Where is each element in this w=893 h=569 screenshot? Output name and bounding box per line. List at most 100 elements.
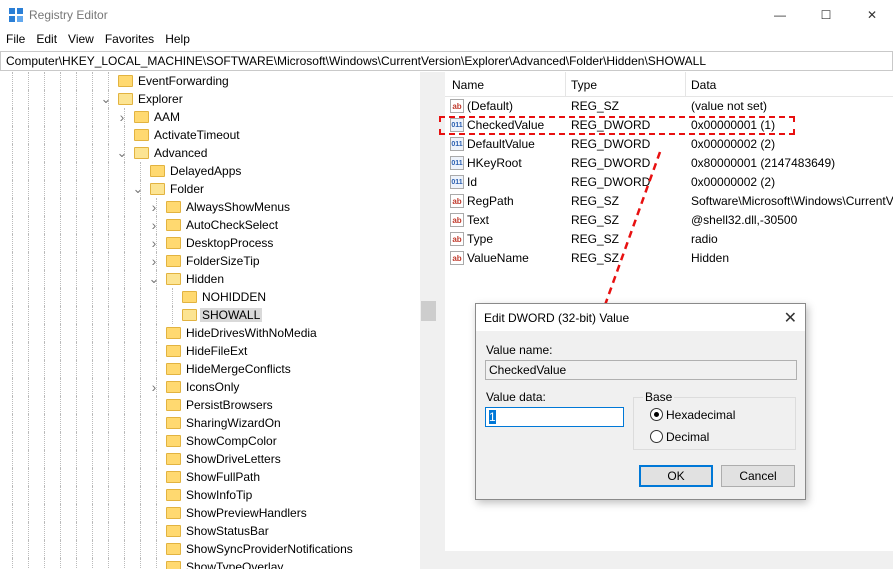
- decimal-label[interactable]: Decimal: [666, 430, 709, 444]
- tree-guide-line: [60, 162, 61, 180]
- tree-guide-line: [60, 432, 61, 450]
- minimize-button[interactable]: —: [757, 0, 803, 30]
- tree-scrollbar-thumb[interactable]: [421, 301, 436, 321]
- value-row[interactable]: ab ValueName REG_SZ Hidden: [445, 249, 893, 268]
- tree-node[interactable]: SHOWALL: [0, 306, 438, 324]
- list-horizontal-scrollbar[interactable]: [445, 551, 893, 569]
- ok-button[interactable]: OK: [639, 465, 713, 487]
- tree-node[interactable]: EventForwarding: [0, 72, 438, 90]
- expand-chevron-icon[interactable]: ›: [147, 199, 161, 215]
- tree-guide-line: [28, 270, 29, 288]
- tree-guide-line: [60, 522, 61, 540]
- string-value-icon: ab: [450, 213, 464, 227]
- tree-guide-line: [108, 234, 109, 252]
- column-divider[interactable]: [685, 72, 686, 96]
- hexadecimal-label[interactable]: Hexadecimal: [666, 408, 735, 422]
- tree-node[interactable]: › AAM: [0, 108, 438, 126]
- value-data: Hidden: [691, 251, 730, 265]
- tree-node[interactable]: ⌄ Folder: [0, 180, 438, 198]
- address-bar[interactable]: Computer\HKEY_LOCAL_MACHINE\SOFTWARE\Mic…: [0, 51, 893, 71]
- list-header: Name Type Data: [445, 72, 893, 97]
- expand-chevron-icon[interactable]: ›: [147, 379, 161, 395]
- expand-chevron-icon[interactable]: ›: [147, 235, 161, 251]
- menu-file[interactable]: File: [0, 30, 25, 50]
- tree-node[interactable]: ⌄ Advanced: [0, 144, 438, 162]
- value-row[interactable]: ab Text REG_SZ @shell32.dll,-30500: [445, 211, 893, 230]
- tree-node[interactable]: HideMergeConflicts: [0, 360, 438, 378]
- expand-chevron-icon[interactable]: ›: [115, 109, 129, 125]
- expand-chevron-icon[interactable]: ›: [147, 253, 161, 269]
- tree-node[interactable]: SharingWizardOn: [0, 414, 438, 432]
- value-name-field[interactable]: CheckedValue: [485, 360, 797, 380]
- tree-guide-line: [28, 162, 29, 180]
- tree-node[interactable]: ShowStatusBar: [0, 522, 438, 540]
- tree-node[interactable]: ShowCompColor: [0, 432, 438, 450]
- expand-chevron-icon[interactable]: ›: [147, 217, 161, 233]
- tree-node[interactable]: PersistBrowsers: [0, 396, 438, 414]
- tree-guide-line: [140, 396, 141, 414]
- tree-guide-line: [92, 342, 93, 360]
- tree-node[interactable]: ActivateTimeout: [0, 126, 438, 144]
- dialog-close-button[interactable]: ✕: [784, 308, 797, 328]
- tree-node[interactable]: DelayedApps: [0, 162, 438, 180]
- menu-help[interactable]: Help: [159, 30, 190, 50]
- menu-edit[interactable]: Edit: [30, 30, 57, 50]
- tree-guide-line: [76, 396, 77, 414]
- tree-guide-line: [44, 360, 45, 378]
- tree-node[interactable]: ShowDriveLetters: [0, 450, 438, 468]
- column-name[interactable]: Name: [452, 78, 484, 92]
- registry-tree[interactable]: EventForwarding ⌄ Explorer › AAM ActivateTime…: [0, 72, 438, 569]
- value-row[interactable]: ab (Default) REG_SZ (value not set): [445, 97, 893, 116]
- tree-node[interactable]: ShowFullPath: [0, 468, 438, 486]
- value-name: (Default): [467, 99, 514, 113]
- value-type: REG_DWORD: [571, 175, 651, 189]
- tree-guide-line: [12, 252, 13, 270]
- tree-node[interactable]: › DesktopProcess: [0, 234, 438, 252]
- collapse-chevron-icon[interactable]: ⌄: [115, 145, 129, 160]
- column-divider[interactable]: [565, 72, 566, 96]
- tree-node[interactable]: ⌄ Hidden: [0, 270, 438, 288]
- tree-node[interactable]: ShowTypeOverlay: [0, 558, 438, 569]
- collapse-chevron-icon[interactable]: ⌄: [147, 271, 161, 286]
- hexadecimal-radio[interactable]: [650, 408, 663, 421]
- folder-icon: [182, 309, 197, 321]
- menu-favorites[interactable]: Favorites: [99, 30, 154, 50]
- folder-icon: [166, 417, 181, 429]
- tree-node[interactable]: › FolderSizeTip: [0, 252, 438, 270]
- tree-node[interactable]: NOHIDDEN: [0, 288, 438, 306]
- pane-splitter[interactable]: [438, 72, 445, 569]
- tree-node[interactable]: ShowSyncProviderNotifications: [0, 540, 438, 558]
- tree-node[interactable]: ShowInfoTip: [0, 486, 438, 504]
- tree-node[interactable]: › IconsOnly: [0, 378, 438, 396]
- cancel-button[interactable]: Cancel: [721, 465, 795, 487]
- decimal-radio[interactable]: [650, 430, 663, 443]
- tree-guide-line: [60, 468, 61, 486]
- tree-guide-line: [60, 180, 61, 198]
- tree-node[interactable]: › AlwaysShowMenus: [0, 198, 438, 216]
- value-row[interactable]: 011 Id REG_DWORD 0x00000002 (2): [445, 173, 893, 192]
- menu-view[interactable]: View: [62, 30, 94, 50]
- maximize-button[interactable]: ☐: [803, 0, 849, 30]
- close-button[interactable]: ✕: [849, 0, 893, 30]
- tree-guide-line: [124, 324, 125, 342]
- value-row[interactable]: ab RegPath REG_SZ Software\Microsoft\Window…: [445, 192, 893, 211]
- value-data-input[interactable]: 1: [485, 407, 624, 427]
- column-data[interactable]: Data: [691, 78, 716, 92]
- value-row[interactable]: 011 DefaultValue REG_DWORD 0x00000002 (2): [445, 135, 893, 154]
- value-row[interactable]: 011 HKeyRoot REG_DWORD 0x80000001 (21474836…: [445, 154, 893, 173]
- tree-guide-line: [124, 540, 125, 558]
- tree-guide-line: [108, 378, 109, 396]
- value-data: 0x80000001 (2147483649): [691, 156, 836, 170]
- collapse-chevron-icon[interactable]: ⌄: [99, 91, 113, 106]
- tree-guide-line: [156, 306, 157, 324]
- column-type[interactable]: Type: [571, 78, 597, 92]
- tree-guide-line: [156, 324, 157, 342]
- tree-node[interactable]: › AutoCheckSelect: [0, 216, 438, 234]
- tree-node[interactable]: ShowPreviewHandlers: [0, 504, 438, 522]
- value-row[interactable]: ab Type REG_SZ radio: [445, 230, 893, 249]
- collapse-chevron-icon[interactable]: ⌄: [131, 181, 145, 196]
- tree-node[interactable]: ⌄ Explorer: [0, 90, 438, 108]
- tree-guide-line: [44, 558, 45, 569]
- tree-node[interactable]: HideFileExt: [0, 342, 438, 360]
- tree-node[interactable]: HideDrivesWithNoMedia: [0, 324, 438, 342]
